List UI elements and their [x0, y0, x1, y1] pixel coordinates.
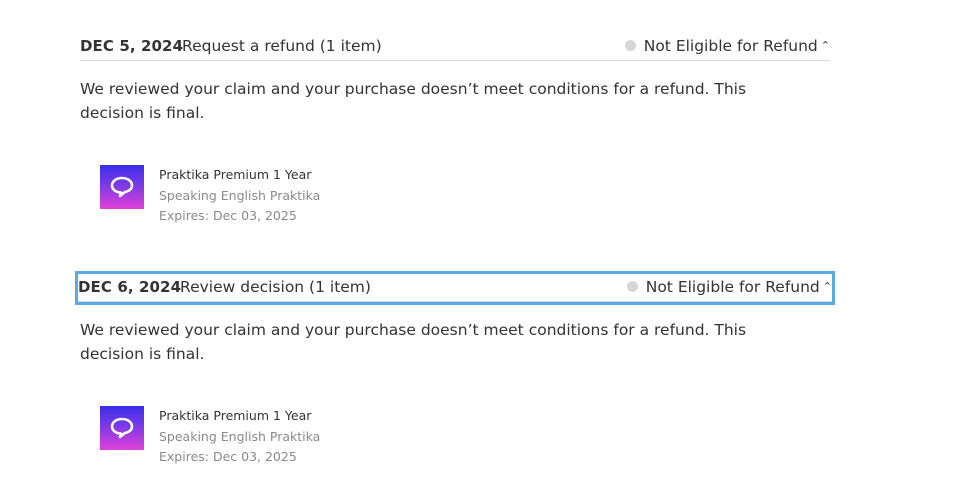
speech-bubble-icon — [110, 417, 134, 439]
status-dot-icon — [626, 281, 638, 292]
claim-title: Request a refund (1 item) — [182, 37, 382, 55]
claim-message: We reviewed your claim and your purchase… — [80, 321, 747, 363]
app-icon — [100, 165, 144, 209]
claim-date: DEC 6, 2024 — [78, 278, 182, 296]
claim-header-toggle[interactable]: DEC 6, 2024 Review decision (1 item) Not… — [75, 271, 835, 305]
status-label: Not Eligible for Refund — [643, 37, 818, 55]
status-dot-icon — [624, 40, 636, 51]
item-name: Praktika Premium 1 Year — [159, 167, 312, 182]
claim-header-toggle[interactable]: DEC 5, 2024 Request a refund (1 item) No… — [80, 33, 830, 61]
item-developer: Speaking English Praktika — [159, 428, 321, 444]
claim-section: DEC 6, 2024 Review decision (1 item) Not… — [75, 271, 835, 472]
item-expiry: Expires: Dec 03, 2025 — [159, 208, 297, 223]
speech-bubble-icon — [110, 176, 134, 198]
item-expiry: Expires: Dec 03, 2025 — [159, 449, 297, 464]
item-name: Praktika Premium 1 Year — [159, 408, 312, 423]
status-label: Not Eligible for Refund — [645, 278, 820, 296]
claim-title: Review decision (1 item) — [180, 278, 371, 296]
purchase-item: Praktika Premium 1 Year Speaking English… — [100, 165, 830, 231]
purchase-item: Praktika Premium 1 Year Speaking English… — [100, 406, 830, 472]
item-developer: Speaking English Praktika — [159, 187, 321, 203]
claim-section: DEC 5, 2024 Request a refund (1 item) No… — [80, 33, 830, 231]
claim-status: Not Eligible for Refund ⌃ — [624, 37, 830, 55]
app-icon — [100, 406, 144, 450]
claim-message: We reviewed your claim and your purchase… — [80, 80, 747, 122]
claim-date: DEC 5, 2024 — [80, 37, 184, 55]
claim-status: Not Eligible for Refund ⌃ — [626, 278, 832, 296]
chevron-up-icon[interactable]: ⌃ — [823, 280, 832, 293]
chevron-up-icon[interactable]: ⌃ — [821, 39, 830, 52]
